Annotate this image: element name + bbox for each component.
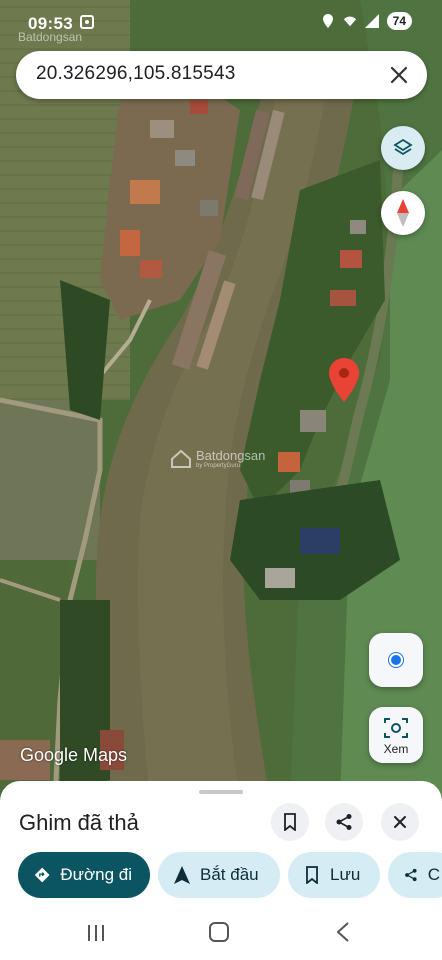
- layers-button[interactable]: [381, 126, 425, 170]
- signal-icon: [364, 14, 379, 28]
- watermark-brand-text: Batdongsan: [196, 448, 266, 463]
- lens-view-button[interactable]: Xem: [369, 707, 423, 763]
- action-chips: Đường đi Bắt đầu Lưu C: [18, 852, 442, 898]
- back-icon[interactable]: [336, 922, 350, 942]
- location-icon: [322, 14, 333, 28]
- directions-button[interactable]: Đường đi: [18, 852, 150, 898]
- lens-camera-icon: [384, 718, 408, 738]
- share-icon: [405, 868, 417, 882]
- bookmark-icon: [284, 813, 296, 831]
- close-icon[interactable]: [387, 63, 411, 87]
- my-location-button[interactable]: [369, 633, 423, 687]
- wifi-icon: [343, 16, 356, 27]
- save-label: Lưu: [330, 865, 361, 884]
- search-bar[interactable]: [16, 51, 427, 99]
- compass-button[interactable]: [381, 191, 425, 235]
- home-icon[interactable]: [209, 922, 229, 942]
- watermark-sub-text: by PropertyGuru: [196, 463, 241, 469]
- screen-record-icon: [80, 15, 94, 29]
- battery-indicator: 74: [386, 12, 412, 30]
- my-location-icon: [389, 653, 403, 667]
- watermark-brand-top: Batdongsan: [18, 30, 83, 44]
- close-sheet-button[interactable]: [381, 803, 419, 841]
- start-button[interactable]: Bắt đầu: [158, 852, 280, 898]
- recents-icon[interactable]: [87, 924, 105, 942]
- navigation-arrow-icon: [174, 866, 190, 884]
- google-maps-logo: Google Maps: [20, 745, 128, 765]
- house-logo-icon: [171, 449, 191, 468]
- compass-icon: [397, 199, 409, 227]
- share-icon: [336, 814, 352, 830]
- bookmark-icon: [306, 866, 318, 884]
- layers-icon: [393, 138, 413, 156]
- close-icon: [394, 816, 406, 828]
- save-button[interactable]: Lưu: [288, 852, 380, 898]
- share-chip-button[interactable]: C: [388, 852, 442, 898]
- share-icon-button[interactable]: [325, 803, 363, 841]
- share-label: C: [427, 865, 440, 884]
- sheet-title: Ghim đã thả: [19, 810, 139, 835]
- watermark-brand-mid: Batdongsan by PropertyGuru: [170, 448, 265, 469]
- search-input[interactable]: [36, 63, 366, 85]
- start-label: Bắt đầu: [200, 865, 259, 884]
- lens-label: Xem: [383, 742, 409, 756]
- dropped-pin-marker[interactable]: [329, 358, 359, 402]
- directions-label: Đường đi: [60, 865, 132, 884]
- directions-icon: [34, 867, 50, 883]
- save-icon-button[interactable]: [271, 803, 309, 841]
- system-nav-bar: [0, 900, 442, 960]
- drag-handle[interactable]: [199, 790, 243, 794]
